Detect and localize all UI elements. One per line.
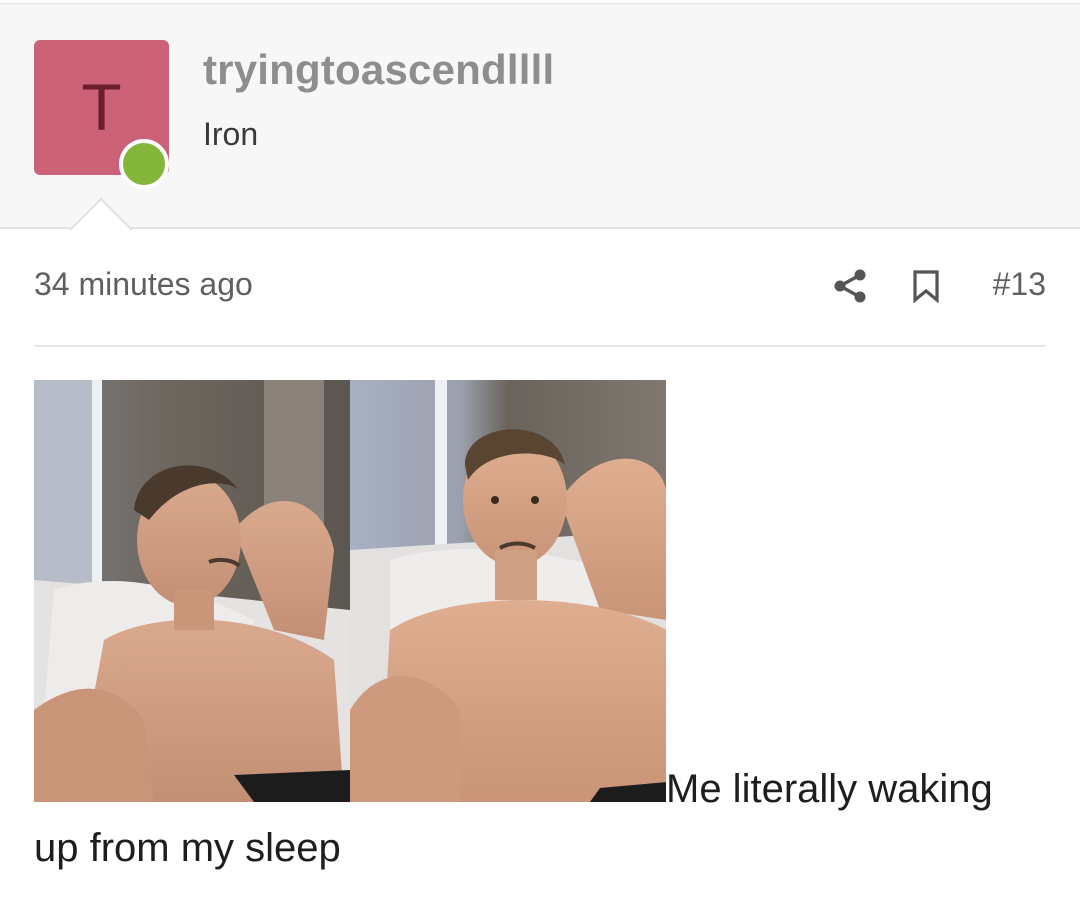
selfie-photo-2[interactable] <box>350 380 666 802</box>
selfie-photo-1[interactable] <box>34 380 350 802</box>
username-link[interactable]: tryingtoascendllll <box>203 46 554 94</box>
user-title: Iron <box>203 116 259 152</box>
avatar-letter: T <box>81 69 122 144</box>
post-number-link[interactable]: #13 <box>993 266 1046 303</box>
bookmark-button[interactable] <box>906 266 946 306</box>
forum-post: T tryingtoascendllll Iron 34 minutes ago… <box>0 0 1080 906</box>
bookmark-icon <box>913 270 939 303</box>
share-button[interactable] <box>830 266 870 306</box>
post-timestamp[interactable]: 34 minutes ago <box>34 266 253 303</box>
meta-divider <box>34 345 1046 347</box>
post-content: Me literally waking up from my sleep <box>34 380 1046 878</box>
share-icon <box>834 269 866 303</box>
online-status-indicator <box>119 139 169 189</box>
author-block: T tryingtoascendllll Iron <box>0 3 1080 229</box>
